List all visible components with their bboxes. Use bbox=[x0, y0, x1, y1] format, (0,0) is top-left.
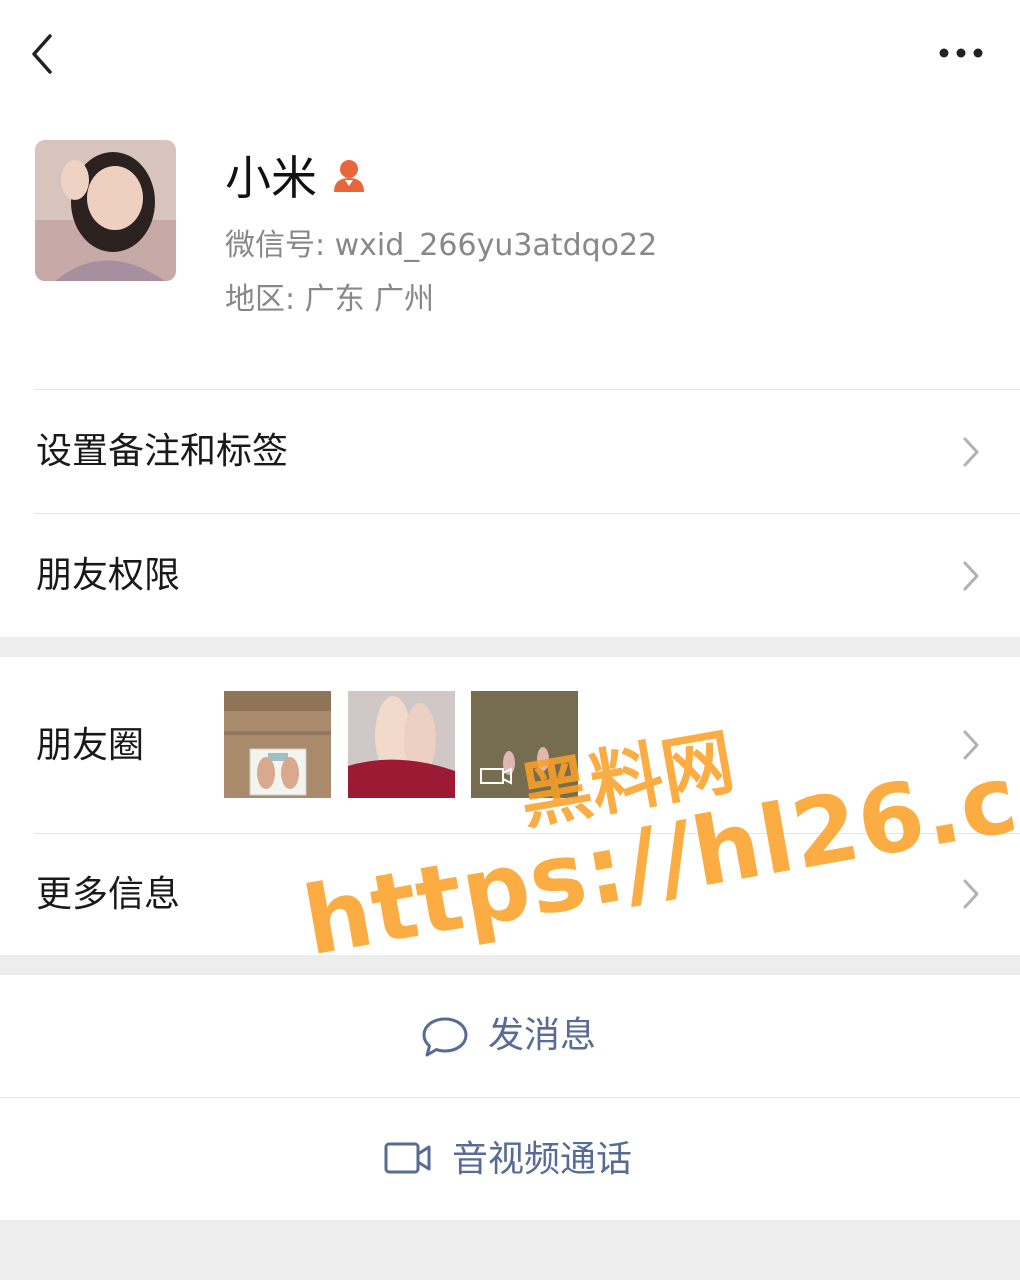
send-message-button[interactable]: 发消息 bbox=[0, 975, 1020, 1097]
chevron-right-icon bbox=[963, 561, 979, 591]
video-call-label: 音视频通话 bbox=[452, 1139, 633, 1180]
more-info-label: 更多信息 bbox=[36, 874, 181, 915]
remark-tags-label: 设置备注和标签 bbox=[36, 431, 289, 472]
profile-name: 小米 bbox=[225, 151, 317, 205]
avatar-photo bbox=[35, 140, 176, 281]
moments-thumbnail bbox=[348, 691, 455, 798]
permissions-row[interactable]: 朋友权限 bbox=[0, 514, 1020, 637]
video-camera-icon bbox=[384, 1142, 431, 1174]
chat-bubble-icon bbox=[422, 1017, 468, 1057]
person-badge-icon bbox=[330, 156, 368, 194]
permissions-label: 朋友权限 bbox=[36, 555, 181, 596]
top-bar bbox=[0, 0, 1020, 110]
ellipsis-icon bbox=[939, 48, 983, 58]
back-button[interactable] bbox=[28, 30, 68, 78]
wechat-id: 微信号: wxid_266yu3atdqo22 bbox=[225, 228, 658, 263]
remark-tags-row[interactable]: 设置备注和标签 bbox=[0, 390, 1020, 513]
moments-label: 朋友圈 bbox=[36, 725, 145, 766]
more-button[interactable] bbox=[936, 36, 986, 70]
chevron-right-icon bbox=[963, 437, 979, 467]
avatar[interactable] bbox=[35, 140, 176, 281]
chevron-right-icon bbox=[963, 879, 979, 909]
region: 地区: 广东 广州 bbox=[225, 282, 435, 317]
chevron-left-icon bbox=[32, 34, 52, 74]
video-call-button[interactable]: 音视频通话 bbox=[0, 1098, 1020, 1220]
moments-thumbnail bbox=[224, 691, 331, 798]
send-message-label: 发消息 bbox=[488, 1015, 597, 1056]
